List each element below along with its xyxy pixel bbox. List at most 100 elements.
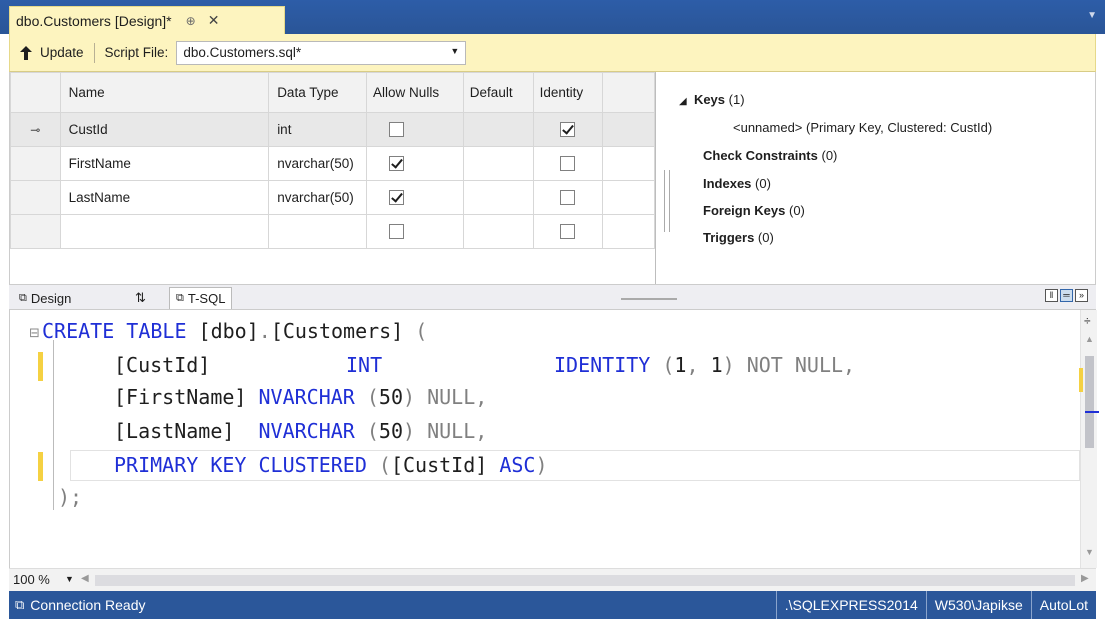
collapse-pane-icon[interactable]: » <box>1075 289 1088 302</box>
zoom-level[interactable]: 100 % <box>13 572 50 587</box>
table-row[interactable]: FirstName nvarchar(50) <box>10 146 655 181</box>
table-row[interactable]: LastName nvarchar(50) <box>10 180 655 215</box>
corner-cell <box>10 72 61 113</box>
horizontal-scrollbar[interactable] <box>95 575 1075 586</box>
triggers-node[interactable]: Triggers (0) <box>703 230 774 245</box>
col-header-datatype[interactable]: Data Type <box>268 72 368 113</box>
tab-overflow-icon[interactable]: ▼ <box>1087 10 1097 21</box>
keys-label: Keys <box>693 92 726 107</box>
scroll-right-icon[interactable]: ▶ <box>1081 573 1089 584</box>
scroll-left-icon[interactable]: ◀ <box>81 573 89 584</box>
code-token: PRIMARY KEY CLUSTERED <box>114 453 379 477</box>
pane-tabs: ⧉ Design ⇅ ⧉ T-SQL ‖ ═ » <box>9 284 1096 310</box>
script-file-select[interactable]: dbo.Customers.sql* ▼ <box>176 40 467 65</box>
col-header-allownulls[interactable]: Allow Nulls <box>366 72 464 113</box>
cell-name[interactable]: FirstName <box>59 146 270 181</box>
code-token: ) NULL, <box>403 419 488 443</box>
change-marker <box>38 452 43 481</box>
identity-checkbox[interactable] <box>559 156 575 172</box>
row-header[interactable] <box>10 180 61 215</box>
row-header[interactable] <box>10 146 61 181</box>
scroll-up-icon[interactable]: ▲ <box>1085 334 1094 344</box>
cell-default[interactable] <box>462 180 534 215</box>
tsql-editor[interactable]: ⊟ CREATE TABLE [dbo].[Customers] ( [Cust… <box>9 310 1099 568</box>
allow-nulls-checkbox[interactable] <box>389 122 405 138</box>
pin-icon[interactable]: ⊕ <box>186 14 196 28</box>
row-header[interactable] <box>10 214 61 249</box>
pane-splitter[interactable] <box>664 170 670 232</box>
swap-icon: ⇅ <box>135 290 146 305</box>
horizontal-split-icon[interactable]: ═ <box>1060 289 1073 302</box>
foreign-keys-node[interactable]: Foreign Keys (0) <box>703 203 805 218</box>
cell-allownulls[interactable] <box>366 180 464 215</box>
fk-label: Foreign Keys <box>703 203 786 218</box>
key-item[interactable]: <unnamed> (Primary Key, Clustered: CustI… <box>733 120 992 135</box>
fk-count: (0) <box>788 203 805 218</box>
allow-nulls-checkbox[interactable] <box>389 190 405 206</box>
code-token: ); <box>58 485 83 509</box>
cell-identity[interactable] <box>532 214 604 249</box>
cell-datatype[interactable]: int <box>268 112 368 147</box>
tab-design-label: Design <box>30 290 72 306</box>
tab-design[interactable]: ⧉ Design <box>13 287 77 309</box>
cell-datatype[interactable]: nvarchar(50) <box>268 180 368 215</box>
identity-checkbox[interactable] <box>559 190 575 206</box>
code-token: [CustId] <box>114 353 211 377</box>
cell-datatype[interactable] <box>268 214 368 249</box>
scroll-thumb[interactable] <box>1085 356 1094 448</box>
collapse-icon[interactable]: ⊟ <box>29 325 40 341</box>
close-icon[interactable]: ✕ <box>208 12 220 29</box>
cell-name[interactable]: LastName <box>59 180 270 215</box>
resize-grip[interactable] <box>621 298 677 300</box>
col-header-name[interactable]: Name <box>59 72 270 113</box>
tab-tsql[interactable]: ⧉ T-SQL <box>169 287 233 309</box>
cell-allownulls[interactable] <box>366 146 464 181</box>
document-tab[interactable]: dbo.Customers [Design]* ⊕ ✕ <box>9 6 285 34</box>
tab-tsql-label: T-SQL <box>187 291 226 306</box>
code-line-5: PRIMARY KEY CLUSTERED ([CustId] ASC) <box>114 450 548 480</box>
check-constraints-node[interactable]: Check Constraints (0) <box>703 148 837 163</box>
swap-panes-button[interactable]: ⇅ <box>129 287 152 309</box>
code-line-3: [FirstName] NVARCHAR (50) NULL, <box>114 382 487 412</box>
cell-datatype[interactable]: nvarchar(50) <box>268 146 368 181</box>
cell-allownulls[interactable] <box>366 214 464 249</box>
row-header[interactable]: ⊸ <box>10 112 61 147</box>
cell-name[interactable]: CustId <box>59 112 270 147</box>
code-token: INT <box>346 353 383 377</box>
allow-nulls-checkbox[interactable] <box>389 224 405 240</box>
cell-name[interactable] <box>59 214 270 249</box>
cell-identity[interactable] <box>532 112 604 147</box>
code-line-2-identity: IDENTITY (1, 1) NOT NULL, <box>554 350 855 380</box>
cell-default[interactable] <box>462 112 534 147</box>
designer-toolbar: Update Script File: dbo.Customers.sql* ▼ <box>9 34 1096 72</box>
update-icon <box>20 45 32 60</box>
col-header-identity[interactable]: Identity <box>532 72 604 113</box>
indexes-node[interactable]: Indexes (0) <box>703 176 771 191</box>
code-line-2-type: INT <box>346 350 382 380</box>
keys-node[interactable]: ◢ Keys (1) <box>679 92 745 107</box>
table-row[interactable] <box>10 214 655 249</box>
allow-nulls-checkbox[interactable] <box>389 156 405 172</box>
col-header-default[interactable]: Default <box>462 72 534 113</box>
cell-default[interactable] <box>462 146 534 181</box>
cell-default[interactable] <box>462 214 534 249</box>
design-icon: ⧉ <box>19 291 27 304</box>
update-button[interactable]: Update <box>20 45 84 60</box>
identity-checkbox[interactable] <box>559 122 575 138</box>
column-table: Name Data Type Allow Nulls Default Ident… <box>10 72 655 249</box>
vertical-split-icon[interactable]: ‖ <box>1045 289 1058 302</box>
zoom-dropdown-icon[interactable]: ▼ <box>65 574 74 584</box>
code-token: [FirstName] <box>114 385 259 409</box>
status-bar: ⧉ Connection Ready .\SQLEXPRESS2014 W530… <box>9 591 1096 619</box>
cell-identity[interactable] <box>532 146 604 181</box>
expand-triangle-icon[interactable]: ◢ <box>679 96 687 107</box>
table-row[interactable]: ⊸ CustId int <box>10 112 655 147</box>
scroll-down-icon[interactable]: ▼ <box>1085 547 1094 557</box>
cell-identity[interactable] <box>532 180 604 215</box>
cell-allownulls[interactable] <box>366 112 464 147</box>
identity-checkbox[interactable] <box>559 224 575 240</box>
split-icon[interactable]: ÷ <box>1084 314 1091 328</box>
vertical-scrollbar[interactable]: ÷ ▲ ▼ <box>1079 310 1099 568</box>
code-token: ( <box>366 419 379 443</box>
code-line-1: CREATE TABLE [dbo].[Customers] ( <box>42 316 427 346</box>
